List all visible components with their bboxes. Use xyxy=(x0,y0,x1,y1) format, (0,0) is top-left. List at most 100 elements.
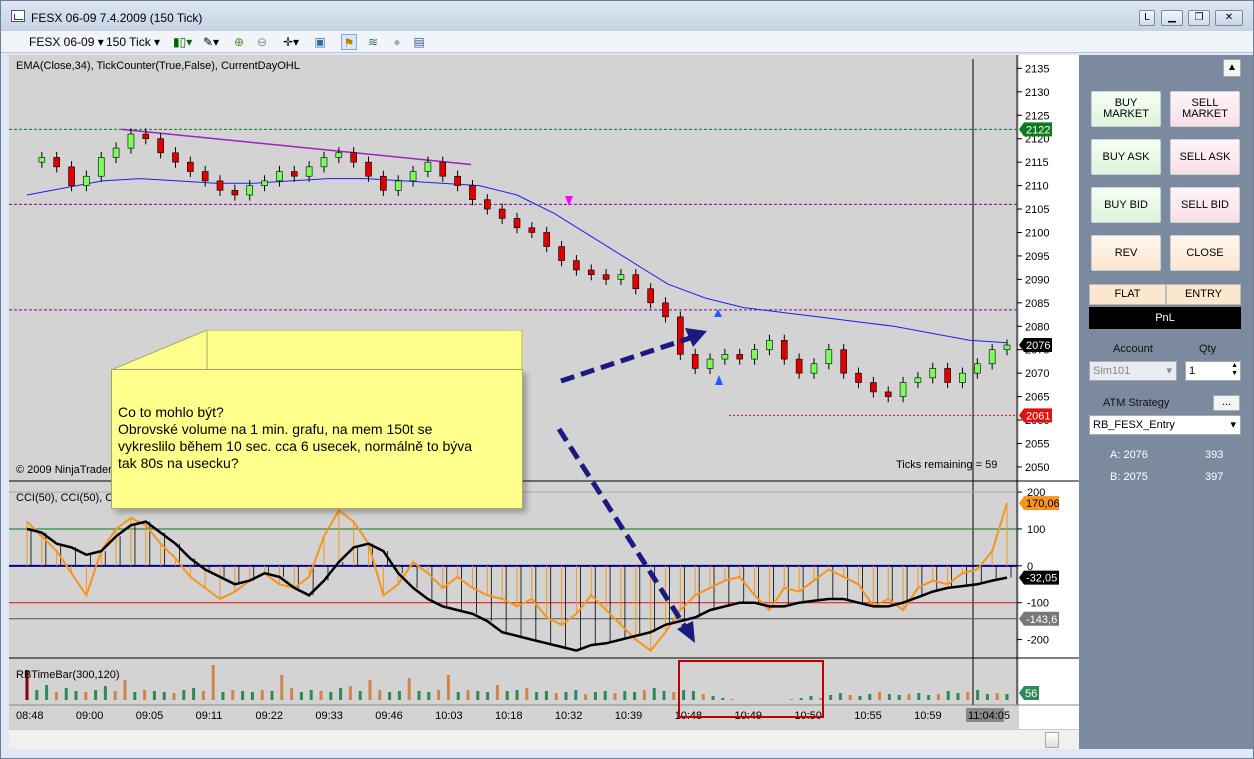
volume-bar xyxy=(858,696,862,700)
bid-price: B: 2075 xyxy=(1110,471,1148,483)
link-button[interactable]: L xyxy=(1139,10,1155,26)
flat-status: FLAT xyxy=(1089,284,1166,305)
volume-bar xyxy=(682,690,686,700)
close-window-button[interactable]: ✕ xyxy=(1215,10,1243,26)
volume-bar xyxy=(221,692,225,700)
price-tick-label: 2100 xyxy=(1025,227,1049,239)
volume-bar xyxy=(368,680,372,700)
volume-bar xyxy=(544,691,548,700)
atm-strategy-select[interactable]: RB_FESX_Entry ▾ xyxy=(1089,415,1241,435)
instrument-selector[interactable]: FESX 06-09 ▾ xyxy=(29,34,104,50)
chart-toolbar: FESX 06-09 ▾ 150 Tick ▾ ▮▯▾ ✎▾ ⊕ ⊖ ✛▾ ▣ … xyxy=(1,31,1253,53)
time-label: 09:22 xyxy=(256,710,284,722)
period-selector[interactable]: 150 Tick ▾ xyxy=(106,34,160,50)
reverse-button[interactable]: REV xyxy=(1091,235,1161,271)
candle-body xyxy=(127,133,135,149)
cci-badge-label: 170,06 xyxy=(1026,498,1060,510)
collapse-panel-button[interactable]: ▲ xyxy=(1223,59,1241,77)
volume-bar xyxy=(985,694,989,700)
volume-badge-label: 56 xyxy=(1025,688,1037,700)
volume-bar xyxy=(397,691,401,700)
volume-bar xyxy=(54,692,58,700)
candle-body xyxy=(736,354,744,360)
minimize-button[interactable]: ▁ xyxy=(1161,10,1183,26)
pencil-icon[interactable]: ✎▾ xyxy=(203,34,219,50)
price-badge-label: 2076 xyxy=(1026,340,1050,352)
indicator-icon[interactable]: ≋ xyxy=(365,34,381,50)
candle-body xyxy=(97,157,105,177)
volume-bar xyxy=(45,685,49,700)
horizontal-scrollbar[interactable] xyxy=(9,729,1079,749)
title-bar[interactable]: FESX 06-09 7.4.2009 (150 Tick) L ▁ ❐ ✕ xyxy=(1,1,1253,31)
candle-body xyxy=(825,349,833,365)
volume-bar xyxy=(290,688,294,700)
circle-icon[interactable]: ● xyxy=(389,34,405,50)
volume-bar xyxy=(182,690,186,700)
candle-body xyxy=(558,246,565,261)
buy-bid-button[interactable]: BUY BID xyxy=(1091,187,1161,223)
chevron-down-icon: ▾ xyxy=(1230,419,1236,431)
price-tick-label: 2055 xyxy=(1025,438,1049,450)
time-label: 10:59 xyxy=(914,710,942,722)
time-label: 09:33 xyxy=(315,710,343,722)
atm-options-button[interactable]: ... xyxy=(1213,395,1240,411)
volume-bar xyxy=(329,692,333,700)
crosshair-icon[interactable]: ✛▾ xyxy=(283,34,299,50)
volume-bar xyxy=(250,692,254,700)
window-title: FESX 06-09 7.4.2009 (150 Tick) xyxy=(31,11,203,25)
candle-body xyxy=(647,288,654,304)
candle-body xyxy=(216,180,224,191)
candle-body xyxy=(677,316,684,355)
data-box-icon[interactable]: ▤ xyxy=(411,34,427,50)
candle-body xyxy=(498,208,506,219)
bars-icon[interactable]: ▮▯▾ xyxy=(173,34,192,50)
candle-body xyxy=(706,358,714,369)
volume-bar xyxy=(946,691,950,700)
volume-bar xyxy=(878,692,882,700)
candle-body xyxy=(305,166,313,177)
volume-bar xyxy=(642,690,646,700)
strategy-icon[interactable]: ⚑ xyxy=(341,34,357,50)
buy-market-button[interactable]: BUY MARKET xyxy=(1091,91,1161,127)
ask-size: 393 xyxy=(1205,449,1224,461)
candle-body xyxy=(840,349,847,374)
candle-body xyxy=(944,368,951,383)
account-select[interactable]: Sim101 ▾ xyxy=(1089,361,1177,381)
candle-body xyxy=(68,166,75,186)
volume-bar xyxy=(211,665,215,700)
volume-bar xyxy=(309,690,313,700)
time-label: 10:03 xyxy=(435,710,463,722)
volume-bar xyxy=(887,694,891,700)
properties-icon[interactable]: ▣ xyxy=(312,34,328,50)
instrument-label: FESX 06-09 xyxy=(29,35,95,49)
candle-body xyxy=(157,138,164,154)
price-tick-label: 2130 xyxy=(1025,87,1049,99)
candle-body xyxy=(112,147,120,158)
volume-bar xyxy=(378,690,382,700)
volume-bar xyxy=(564,692,568,700)
restore-button[interactable]: ❐ xyxy=(1188,10,1210,26)
cci-badge-label: -32,05 xyxy=(1026,573,1057,585)
comment-note[interactable]: Co to mohlo být? Obrovské volume na 1 mi… xyxy=(111,369,523,509)
candle-body xyxy=(365,161,372,177)
sell-ask-button[interactable]: SELL ASK xyxy=(1170,139,1240,175)
time-label: 11:04:05 xyxy=(968,710,1010,722)
candle-body xyxy=(439,161,447,177)
zoom-in-icon[interactable]: ⊕ xyxy=(231,34,247,50)
zoom-out-icon[interactable]: ⊖ xyxy=(254,34,270,50)
sell-bid-button[interactable]: SELL BID xyxy=(1170,187,1240,223)
candle-body xyxy=(142,133,150,140)
volume-bar xyxy=(260,690,264,700)
scroll-thumb[interactable] xyxy=(1045,732,1059,748)
sell-market-button[interactable]: SELL MARKET xyxy=(1170,91,1240,127)
candle-body xyxy=(261,180,268,186)
stepper-arrows-icon[interactable]: ▲ ▼ xyxy=(1231,362,1238,378)
close-position-button[interactable]: CLOSE xyxy=(1170,235,1240,271)
pnl-display: PnL xyxy=(1089,307,1241,329)
chart-trader-panel: ▲ BUY MARKET SELL MARKET BUY ASK SELL AS… xyxy=(1079,55,1253,749)
buy-ask-button[interactable]: BUY ASK xyxy=(1091,139,1161,175)
cci-tick-label: -100 xyxy=(1027,598,1049,610)
candle-body xyxy=(988,349,996,365)
price-tick-label: 2135 xyxy=(1025,63,1049,75)
qty-stepper[interactable]: 1 ▲ ▼ xyxy=(1185,361,1241,381)
